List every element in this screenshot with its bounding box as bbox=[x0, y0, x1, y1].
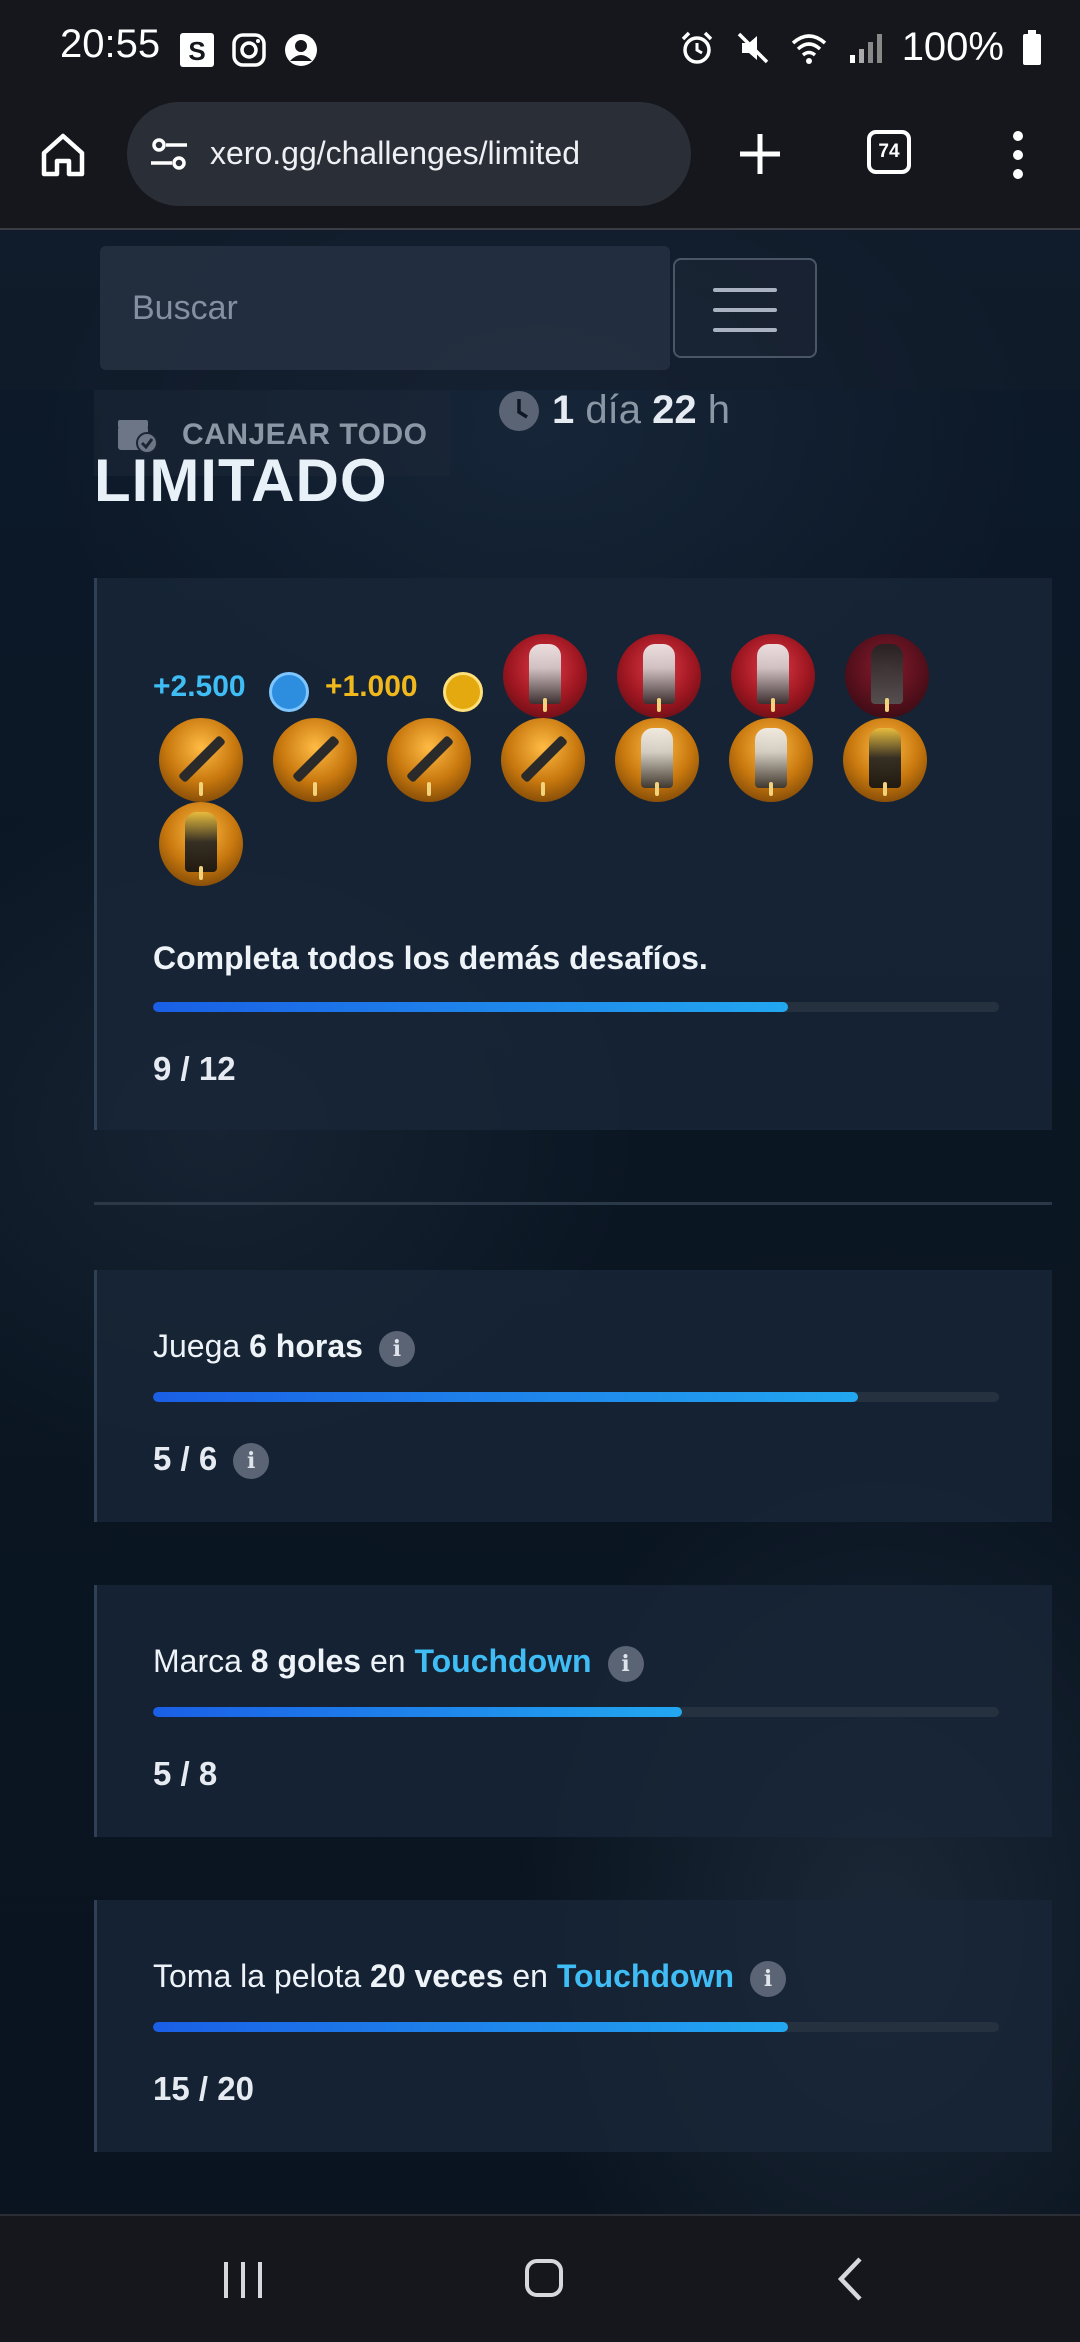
challenge-title: Marca 8 goles en Touchdown i bbox=[153, 1643, 644, 1682]
challenge-card: Marca 8 goles en Touchdown i 5 / 8 bbox=[94, 1585, 1052, 1837]
info-icon[interactable]: i bbox=[750, 1960, 786, 1997]
challenge-progress-bar bbox=[153, 1392, 999, 1402]
reward-orb-costume[interactable] bbox=[617, 634, 701, 718]
home-icon[interactable] bbox=[38, 130, 88, 180]
site-header: Buscar bbox=[0, 230, 1080, 390]
new-tab-icon[interactable] bbox=[734, 128, 786, 180]
wifi-icon bbox=[791, 33, 826, 64]
challenge-card: Juega 6 horas i 5 / 6 i bbox=[94, 1270, 1052, 1522]
progress-fill bbox=[153, 1002, 788, 1012]
instagram-icon bbox=[232, 33, 266, 67]
zen-coin-icon bbox=[443, 672, 483, 712]
reward-orb-costume[interactable] bbox=[845, 634, 929, 718]
status-time: 20:55 bbox=[60, 22, 161, 66]
mute-icon bbox=[737, 32, 768, 63]
back-icon[interactable] bbox=[836, 2256, 864, 2302]
challenge-progress-text: 5 / 8 bbox=[153, 1755, 218, 1792]
reward-orb-costume[interactable] bbox=[843, 718, 927, 802]
page-title: LIMITADO bbox=[94, 447, 388, 514]
reward-orb-weapon[interactable] bbox=[159, 718, 243, 802]
reward-orb-costume[interactable] bbox=[615, 718, 699, 802]
points-coin-icon bbox=[269, 672, 309, 712]
timer-days-unit: día bbox=[585, 388, 641, 432]
hamburger-menu-button[interactable] bbox=[673, 258, 817, 358]
clock-icon bbox=[499, 390, 539, 431]
reward-orb-costume[interactable] bbox=[503, 634, 587, 718]
tab-switcher-button[interactable]: 74 bbox=[867, 130, 911, 174]
challenge-card: Toma la pelota 20 veces en Touchdown i 15… bbox=[94, 1900, 1052, 2152]
info-icon[interactable]: i bbox=[233, 1443, 270, 1480]
reward-orb-costume[interactable] bbox=[159, 802, 243, 886]
section-divider bbox=[94, 1202, 1052, 1205]
browser-toolbar: xero.gg/challenges/limited 74 bbox=[0, 100, 1080, 230]
recent-apps-icon[interactable] bbox=[222, 2260, 264, 2300]
challenge-progress-text: 15 / 20 bbox=[153, 2070, 254, 2107]
url-text[interactable]: xero.gg/challenges/limited bbox=[210, 135, 580, 172]
timer-hours-unit: h bbox=[707, 388, 730, 432]
challenge-title-prefix: Toma la pelota bbox=[153, 1958, 371, 1994]
timer-hours: 22 bbox=[652, 388, 697, 432]
timer-days: 1 bbox=[552, 388, 575, 432]
main-challenge-description: Completa todos los demás desafíos. bbox=[153, 940, 708, 976]
progress-fill bbox=[153, 1392, 858, 1402]
reward-orb-weapon[interactable] bbox=[501, 718, 585, 802]
system-nav-bar bbox=[0, 2214, 1080, 2342]
game-mode-link[interactable]: Touchdown bbox=[414, 1643, 591, 1679]
time-remaining: 1 día 22 h bbox=[498, 388, 730, 433]
main-progress-text: 9 / 12 bbox=[153, 1050, 236, 1087]
signal-icon bbox=[849, 33, 882, 63]
svg-text:S: S bbox=[188, 36, 205, 66]
challenge-title-suffix: en bbox=[361, 1643, 415, 1679]
challenge-title-bold: 20 veces bbox=[370, 1958, 504, 1994]
challenge-title-bold: 8 goles bbox=[250, 1643, 362, 1679]
zen-reward: +1.000 bbox=[325, 670, 418, 703]
site-settings-icon[interactable] bbox=[149, 134, 189, 174]
main-progress-bar bbox=[153, 1002, 999, 1012]
search-input[interactable]: Buscar bbox=[100, 246, 670, 370]
account-icon bbox=[285, 34, 317, 66]
challenge-progress-bar bbox=[153, 2022, 999, 2032]
points-reward: +2.500 bbox=[153, 670, 246, 703]
reward-orb-weapon[interactable] bbox=[273, 718, 357, 802]
address-bar[interactable]: xero.gg/challenges/limited bbox=[127, 102, 691, 206]
battery-icon bbox=[1023, 29, 1041, 65]
challenge-title: Toma la pelota 20 veces en Touchdown i bbox=[153, 1958, 786, 1997]
challenge-title-suffix: en bbox=[503, 1958, 557, 1994]
game-mode-link[interactable]: Touchdown bbox=[557, 1958, 734, 1994]
s-app-icon: S bbox=[180, 33, 214, 67]
challenge-progress-text: 5 / 6 bbox=[153, 1440, 218, 1477]
reward-orb-weapon[interactable] bbox=[387, 718, 471, 802]
challenge-progress-bar bbox=[153, 1707, 999, 1717]
info-icon[interactable]: i bbox=[607, 1645, 644, 1682]
challenge-title-prefix: Juega bbox=[153, 1328, 250, 1364]
challenge-progress: 5 / 6 i bbox=[153, 1440, 270, 1480]
challenge-title-prefix: Marca bbox=[153, 1643, 251, 1679]
challenge-title: Juega 6 horas i bbox=[153, 1328, 415, 1367]
status-bar: 20:55 S 100% bbox=[0, 0, 1080, 100]
home-nav-icon[interactable] bbox=[524, 2258, 564, 2298]
info-icon[interactable]: i bbox=[378, 1330, 415, 1367]
challenge-title-bold: 6 horas bbox=[249, 1328, 363, 1364]
battery-percent: 100% bbox=[901, 25, 1004, 69]
reward-orb-costume[interactable] bbox=[731, 634, 815, 718]
progress-fill bbox=[153, 2022, 788, 2032]
alarm-icon bbox=[681, 31, 712, 64]
page-content: Buscar CANJEAR TODO 1 día 22 h LIMITADO … bbox=[0, 230, 1080, 2215]
main-challenge-card: +2.500 +1.000 Completa todos los demás d… bbox=[94, 578, 1052, 1130]
reward-orb-costume[interactable] bbox=[729, 718, 813, 802]
progress-fill bbox=[153, 1707, 682, 1717]
tab-count: 74 bbox=[878, 141, 900, 162]
more-menu-icon[interactable] bbox=[1010, 128, 1026, 182]
